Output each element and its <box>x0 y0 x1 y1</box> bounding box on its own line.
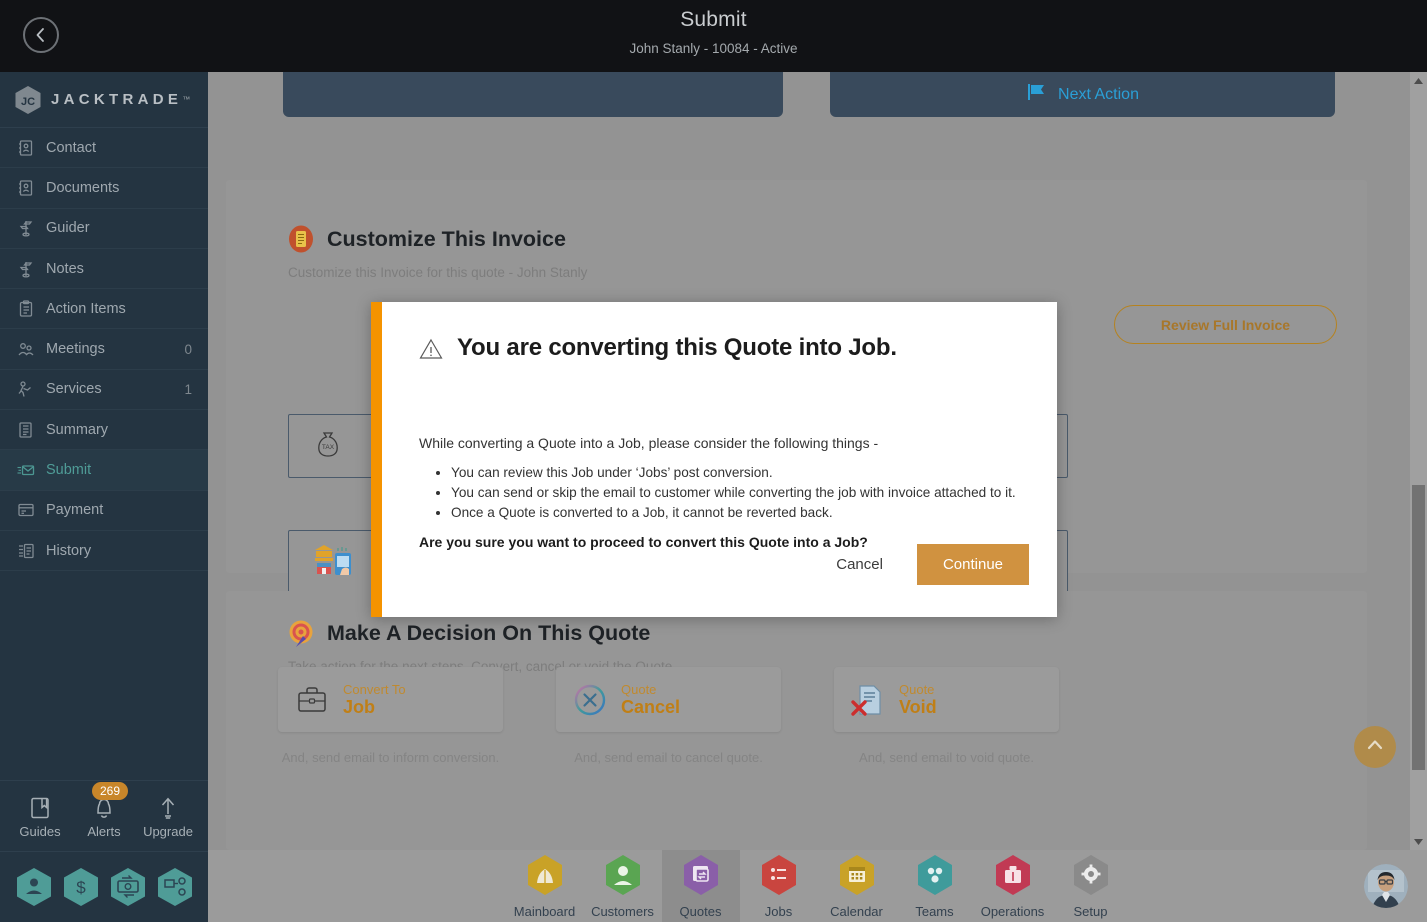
convert-quote-modal: You are converting this Quote into Job. … <box>371 302 1057 617</box>
cancel-button[interactable]: Cancel <box>822 546 897 583</box>
modal-overlay: You are converting this Quote into Job. … <box>0 0 1427 922</box>
modal-bullet-item: You can send or skip the email to custom… <box>451 483 1029 503</box>
continue-button[interactable]: Continue <box>916 544 1029 585</box>
modal-actions: Cancel Continue <box>822 544 1029 585</box>
modal-bullet-item: Once a Quote is converted to a Job, it c… <box>451 503 1029 523</box>
modal-title: You are converting this Quote into Job. <box>457 334 897 361</box>
modal-header: You are converting this Quote into Job. <box>419 334 1029 366</box>
modal-bullet-item: You can review this Job under ‘Jobs’ pos… <box>451 463 1029 483</box>
warning-triangle-icon <box>419 334 443 366</box>
modal-intro-text: While converting a Quote into a Job, ple… <box>419 435 879 451</box>
app-root: Submit John Stanly - 10084 - Active JC J… <box>0 0 1427 922</box>
modal-bullet-list: You can review this Job under ‘Jobs’ pos… <box>451 463 1029 523</box>
modal-body: You are converting this Quote into Job. … <box>382 302 1057 617</box>
modal-accent-bar <box>371 302 382 617</box>
